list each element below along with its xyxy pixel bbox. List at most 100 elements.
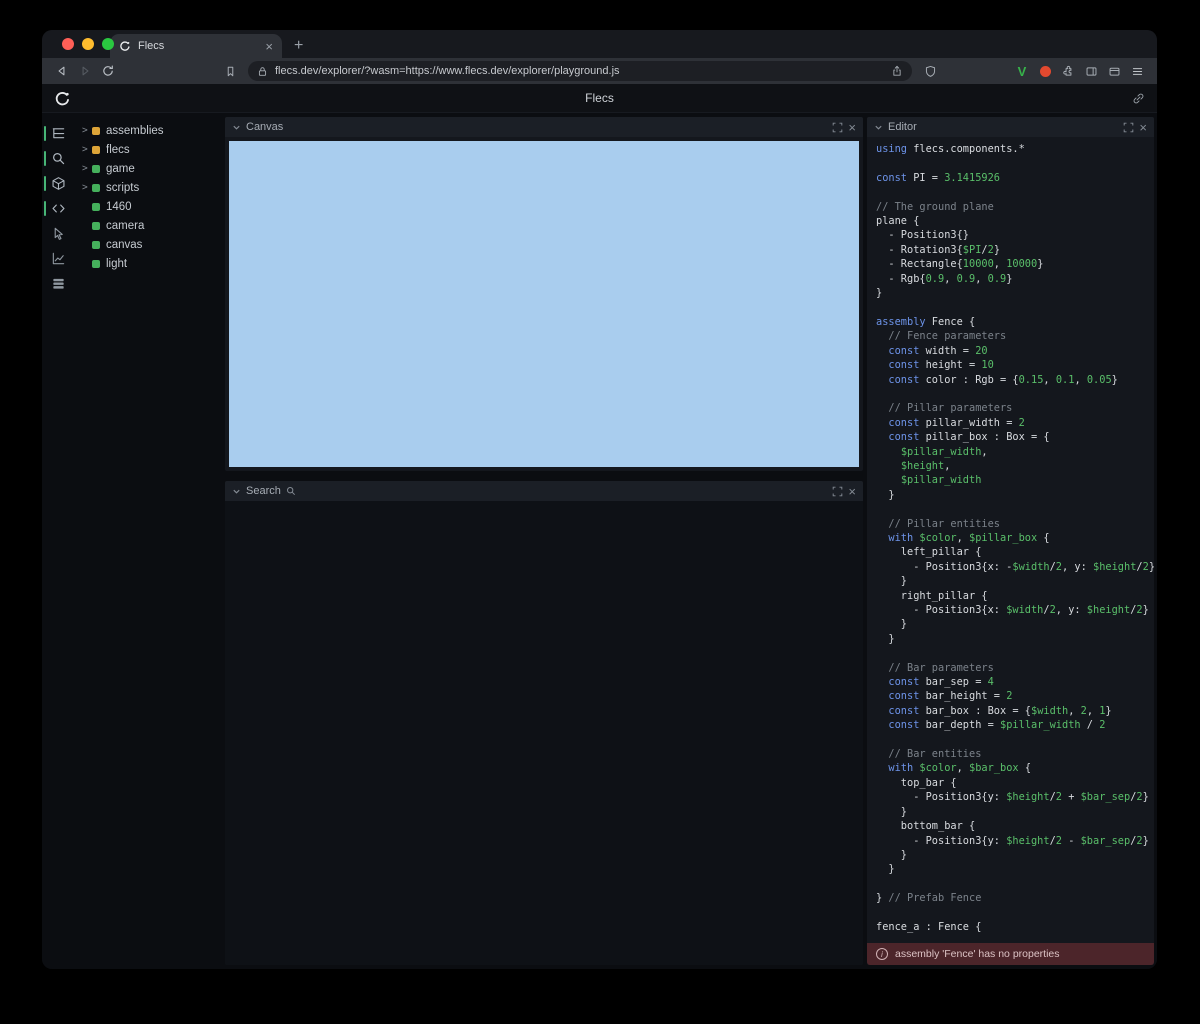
code-line: // The ground plane: [876, 200, 1154, 214]
tree-item-scripts[interactable]: >scripts: [80, 178, 218, 197]
window-close-button[interactable]: [62, 38, 74, 50]
code-line: [876, 387, 1154, 401]
sidebar-inspect-cursor-button[interactable]: [42, 221, 74, 246]
permalink-icon[interactable]: [1132, 92, 1145, 105]
sidebar-tree-button[interactable]: [42, 121, 74, 146]
reload-button[interactable]: [98, 62, 118, 80]
code-line: $pillar_width: [876, 473, 1154, 487]
code-area[interactable]: using flecs.components.* const PI = 3.14…: [867, 137, 1154, 943]
entity-kind-swatch: [92, 184, 100, 192]
tab-strip: Flecs × +: [42, 30, 1157, 58]
tree-item-label: 1460: [106, 201, 132, 213]
desktop: Flecs × + flecs.dev/: [0, 0, 1200, 1024]
back-button[interactable]: [52, 62, 72, 80]
sidebar-search-button[interactable]: [42, 146, 74, 171]
canvas-panel-title: Canvas: [246, 121, 283, 133]
close-panel-icon[interactable]: ×: [848, 485, 856, 498]
panel-sidebar: [42, 113, 74, 969]
chevron-down-icon[interactable]: [232, 487, 241, 496]
canvas-panel-header[interactable]: Canvas ×: [225, 117, 863, 137]
expand-chevron-icon[interactable]: >: [80, 125, 92, 136]
entity-kind-swatch: [92, 241, 100, 249]
shield-icon[interactable]: [920, 62, 940, 80]
extension-v-icon[interactable]: V: [1012, 62, 1032, 80]
code-line: const color : Rgb = {0.15, 0.1, 0.05}: [876, 373, 1154, 387]
tree-item-game[interactable]: >game: [80, 159, 218, 178]
wallet-icon[interactable]: [1104, 62, 1124, 80]
entity-kind-swatch: [92, 203, 100, 211]
menu-icon[interactable]: [1127, 62, 1147, 80]
flecs-favicon: [119, 40, 131, 52]
close-panel-icon[interactable]: ×: [848, 121, 856, 134]
address-bar[interactable]: flecs.dev/explorer/?wasm=https://www.fle…: [248, 61, 912, 81]
navigation-bar: flecs.dev/explorer/?wasm=https://www.fle…: [42, 58, 1157, 84]
expand-chevron-icon[interactable]: >: [80, 182, 92, 193]
code-line: $pillar_width,: [876, 445, 1154, 459]
search-panel: Search ×: [225, 481, 863, 965]
3d-viewport[interactable]: [229, 141, 859, 467]
code-line: with $color, $bar_box {: [876, 761, 1154, 775]
canvas-panel-body: [225, 137, 863, 471]
code-line: using flecs.components.*: [876, 142, 1154, 156]
code-line: }: [876, 862, 1154, 876]
window-zoom-button[interactable]: [102, 38, 114, 50]
app-main: >assemblies>flecs>game>scripts1460camera…: [42, 113, 1157, 969]
code-line: - Rectangle{10000, 10000}: [876, 257, 1154, 271]
sidebar-code-button[interactable]: [42, 196, 74, 221]
code-line: with $color, $pillar_box {: [876, 531, 1154, 545]
forward-button[interactable]: [75, 62, 95, 80]
close-panel-icon[interactable]: ×: [1139, 121, 1147, 134]
code-line: }: [876, 805, 1154, 819]
canvas-panel: Canvas ×: [225, 117, 863, 471]
tree-item-light[interactable]: light: [80, 254, 218, 273]
new-tab-button[interactable]: +: [294, 38, 303, 54]
window-minimize-button[interactable]: [82, 38, 94, 50]
entity-kind-swatch: [92, 222, 100, 230]
sidebar-stats-chart-button[interactable]: [42, 246, 74, 271]
extensions-puzzle-icon[interactable]: [1058, 62, 1078, 80]
code-line: }: [876, 574, 1154, 588]
expand-chevron-icon[interactable]: >: [80, 163, 92, 174]
tree-item-label: light: [106, 258, 127, 270]
editor-column: Editor × using flecs.components.* const …: [865, 113, 1157, 969]
browser-window: Flecs × + flecs.dev/: [42, 30, 1157, 969]
extension-red-icon[interactable]: [1035, 62, 1055, 80]
share-icon[interactable]: [891, 65, 903, 77]
tree-item-flecs[interactable]: > flecs: [80, 140, 218, 159]
search-panel-header[interactable]: Search ×: [225, 481, 863, 501]
chevron-down-icon[interactable]: [232, 123, 241, 132]
search-panel-body[interactable]: [225, 501, 863, 965]
code-line: [876, 906, 1154, 920]
browser-tab[interactable]: Flecs ×: [110, 34, 282, 58]
code-line: - Rgb{0.9, 0.9, 0.9}: [876, 272, 1154, 286]
tree-item-camera[interactable]: camera: [80, 216, 218, 235]
flecs-logo[interactable]: [54, 90, 71, 107]
code-line: $height,: [876, 459, 1154, 473]
tab-close-icon[interactable]: ×: [265, 40, 273, 53]
sidebar-toggle-icon[interactable]: [1081, 62, 1101, 80]
expand-panel-icon[interactable]: [832, 122, 843, 133]
sidebar-canvas-cube-button[interactable]: [42, 171, 74, 196]
tree-item-1460[interactable]: 1460: [80, 197, 218, 216]
code-line: [876, 877, 1154, 891]
code-line: fence_a : Fence {: [876, 920, 1154, 934]
code-line: [876, 502, 1154, 516]
tab-title: Flecs: [138, 40, 258, 52]
expand-chevron-icon[interactable]: >: [80, 144, 92, 155]
bookmark-icon[interactable]: [220, 62, 240, 80]
code-line: right_pillar {: [876, 589, 1154, 603]
expand-panel-icon[interactable]: [1123, 122, 1134, 133]
tree-item-canvas[interactable]: canvas: [80, 235, 218, 254]
code-line: [876, 156, 1154, 170]
search-icon: [286, 486, 296, 496]
tree-item-assemblies[interactable]: >assemblies: [80, 121, 218, 140]
chevron-down-icon[interactable]: [874, 123, 883, 132]
expand-panel-icon[interactable]: [832, 486, 843, 497]
editor-panel-header[interactable]: Editor ×: [867, 117, 1154, 137]
sidebar-tables-button[interactable]: [42, 271, 74, 296]
code-line: // Fence parameters: [876, 329, 1154, 343]
tree-item-label: flecs: [106, 144, 130, 156]
code-line: - Position3{y: $height/2 - $bar_sep/2}: [876, 834, 1154, 848]
entity-kind-swatch: [92, 146, 100, 154]
search-panel-title: Search: [246, 485, 281, 497]
